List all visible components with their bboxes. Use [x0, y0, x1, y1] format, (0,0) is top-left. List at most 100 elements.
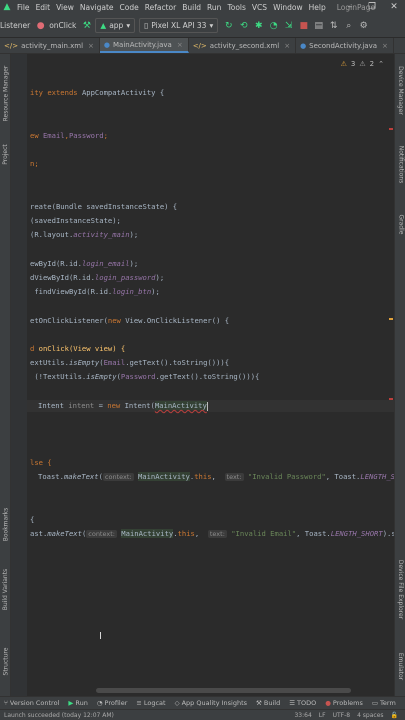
settings-icon[interactable]: ⚙ [357, 19, 370, 32]
editor-horizontal-scrollbar[interactable] [96, 688, 351, 693]
menu-tools[interactable]: Tools [224, 3, 248, 12]
xml-file-icon: </> [192, 41, 207, 50]
emulator-tool[interactable]: Emulator [395, 644, 405, 688]
editor-gutter[interactable] [11, 54, 27, 696]
menu-refactor[interactable]: Refactor [142, 3, 179, 12]
tool-build[interactable]: ⚒ Build [256, 699, 280, 707]
close-icon[interactable]: ✕ [383, 0, 405, 14]
bottom-tool-bar: ⑂ Version Control ▶ Run ◔ Profiler ≡ Logcat … [0, 696, 405, 709]
status-message[interactable]: Launch succeeded (today 12:07 AM) [4, 712, 114, 719]
tool-terminal[interactable]: ▭ Term [372, 699, 396, 707]
tool-run[interactable]: ▶ Run [68, 699, 87, 707]
menu-window[interactable]: Window [270, 3, 306, 12]
bookmarks-tool[interactable]: Bookmarks [0, 499, 11, 549]
notifications-tool[interactable]: Notifications [395, 134, 405, 194]
structure-tool[interactable]: Structure [0, 639, 11, 684]
device-manager-tool[interactable]: Device Manager [395, 58, 405, 122]
android-icon: ▲ [100, 21, 107, 30]
tool-version-control[interactable]: ⑂ Version Control [4, 699, 59, 707]
menu-help[interactable]: Help [306, 3, 329, 12]
android-studio-logo-icon: ▲ [3, 2, 11, 12]
menu-run[interactable]: Run [204, 3, 224, 12]
search-icon[interactable]: ⌕ [342, 19, 355, 32]
device-manager-icon[interactable]: ▤ [312, 19, 325, 32]
run-icon: ▶ [68, 699, 74, 707]
menu-code[interactable]: Code [117, 3, 142, 12]
device-dropdown[interactable]: ▯ Pixel XL API 33 ▾ [139, 18, 219, 33]
code-line-if-email-empty: extUtils.isEmpty(Email.getText().toStrin… [30, 358, 230, 367]
attach-debugger-icon[interactable]: ⇲ [282, 19, 295, 32]
menu-build[interactable]: Build [179, 3, 204, 12]
code-editor[interactable]: ⚠ 3 ⚠ 2 ⌃ ity extends AppCompatActivity … [11, 54, 394, 696]
terminal-icon: ▭ [371, 699, 379, 707]
line-separator[interactable]: LF [319, 712, 326, 719]
gradle-tool[interactable]: Gradle [395, 206, 405, 242]
caret-position[interactable]: 33:64 [294, 712, 311, 719]
code-line-super-oncreate: (savedInstanceState); [30, 216, 121, 225]
profile-icon[interactable]: ◔ [267, 19, 280, 32]
text-cursor [206, 401, 208, 411]
tab-second-activity-java[interactable]: ● SecondActivity.java × [296, 38, 394, 53]
sync-icon[interactable]: ⇅ [327, 19, 340, 32]
rerun-icon[interactable]: ↻ [222, 19, 235, 32]
tool-logcat[interactable]: ≡ Logcat [136, 699, 165, 707]
breadcrumb-listener[interactable]: Listener [0, 21, 30, 30]
menu-navigate[interactable]: Navigate [77, 3, 117, 12]
code-line-setcontentview: (R.layout.activity_main); [30, 230, 139, 239]
chevron-down-icon: ▾ [209, 21, 214, 30]
close-tab-icon[interactable]: × [284, 42, 290, 50]
project-tool[interactable]: Project [0, 136, 11, 172]
editor-vertical-scrollbar[interactable] [388, 68, 394, 628]
code-line-if-password-empty: (!TextUtils.isEmpty(Password.getText().t… [30, 372, 260, 381]
hammer-icon[interactable]: ⚒ [80, 19, 93, 32]
apply-changes-icon[interactable]: ⟲ [237, 19, 250, 32]
todo-icon: ☰ [289, 699, 296, 707]
lock-icon[interactable]: 🔓 [391, 712, 398, 719]
minimize-icon[interactable]: – [339, 0, 361, 14]
tool-app-quality-insights[interactable]: ◇ App Quality Insights [175, 699, 247, 707]
code-text[interactable]: ity extends AppCompatActivity { ew Email… [30, 54, 394, 696]
close-tab-icon[interactable]: × [382, 42, 388, 50]
code-line-find-password: dViewById(R.id.login_password); [30, 273, 165, 282]
build-variants-tool[interactable]: Build Variants [0, 559, 11, 619]
menu-edit[interactable]: Edit [33, 3, 54, 12]
file-encoding[interactable]: UTF-8 [333, 712, 351, 719]
tool-problems[interactable]: ● Problems [325, 699, 363, 707]
close-tab-icon[interactable]: × [88, 42, 94, 50]
device-file-explorer-tool[interactable]: Device File Explorer [395, 549, 405, 629]
code-line-toast-email: ast.makeText(context: MainActivity.this,… [30, 529, 394, 538]
phone-icon: ▯ [144, 21, 149, 30]
status-bar: Launch succeeded (today 12:07 AM) 33:64 … [0, 709, 405, 720]
error-stripe-mark[interactable] [389, 398, 393, 400]
run-config-dropdown[interactable]: ▲ app ▾ [95, 18, 136, 33]
code-line-onclick: d onClick(View view) { [30, 344, 126, 353]
tab-activity-second-xml[interactable]: </> activity_second.xml × [189, 38, 297, 53]
indent-setting[interactable]: 4 spaces [357, 712, 383, 719]
resource-manager-tool[interactable]: Resource Manager [0, 58, 11, 128]
close-tab-icon[interactable]: × [177, 41, 183, 49]
stop-icon[interactable]: ■ [297, 19, 310, 32]
error-stripe-mark[interactable] [389, 128, 393, 130]
menu-view[interactable]: View [53, 3, 77, 12]
code-line-find-email: ewById(R.id.login_email); [30, 259, 139, 268]
tool-todo[interactable]: ☰ TODO [289, 699, 316, 707]
code-line-edittext-fields: ew Email,Password; [30, 131, 108, 140]
java-class-icon: ● [300, 41, 307, 50]
tab-main-activity-java[interactable]: ● MainActivity.java × [99, 38, 189, 53]
main-toolbar: Listener ● onClick ⚒ ▲ app ▾ ▯ Pixel XL … [0, 14, 405, 38]
code-line-else-brace: { [30, 515, 35, 524]
maximize-icon[interactable]: ❐ [361, 0, 383, 14]
debug-icon[interactable]: ✱ [252, 19, 265, 32]
code-line-button-field: n; [30, 159, 39, 168]
menu-vcs[interactable]: VCS [249, 3, 270, 12]
breadcrumb-onclick[interactable]: ● onClick [34, 19, 77, 32]
menu-file[interactable]: File [14, 3, 33, 12]
left-tool-strip: Resource Manager Project Bookmarks Build… [0, 54, 11, 696]
code-line-else: lse { [30, 458, 52, 467]
code-line-find-button: findViewById(R.id.login_btn); [30, 287, 160, 296]
method-icon: ● [36, 20, 45, 31]
tool-profiler[interactable]: ◔ Profiler [97, 699, 128, 707]
tab-activity-main-xml[interactable]: </> activity_main.xml × [0, 38, 100, 53]
java-class-icon: ● [103, 40, 111, 49]
warning-stripe-mark[interactable] [389, 318, 393, 320]
